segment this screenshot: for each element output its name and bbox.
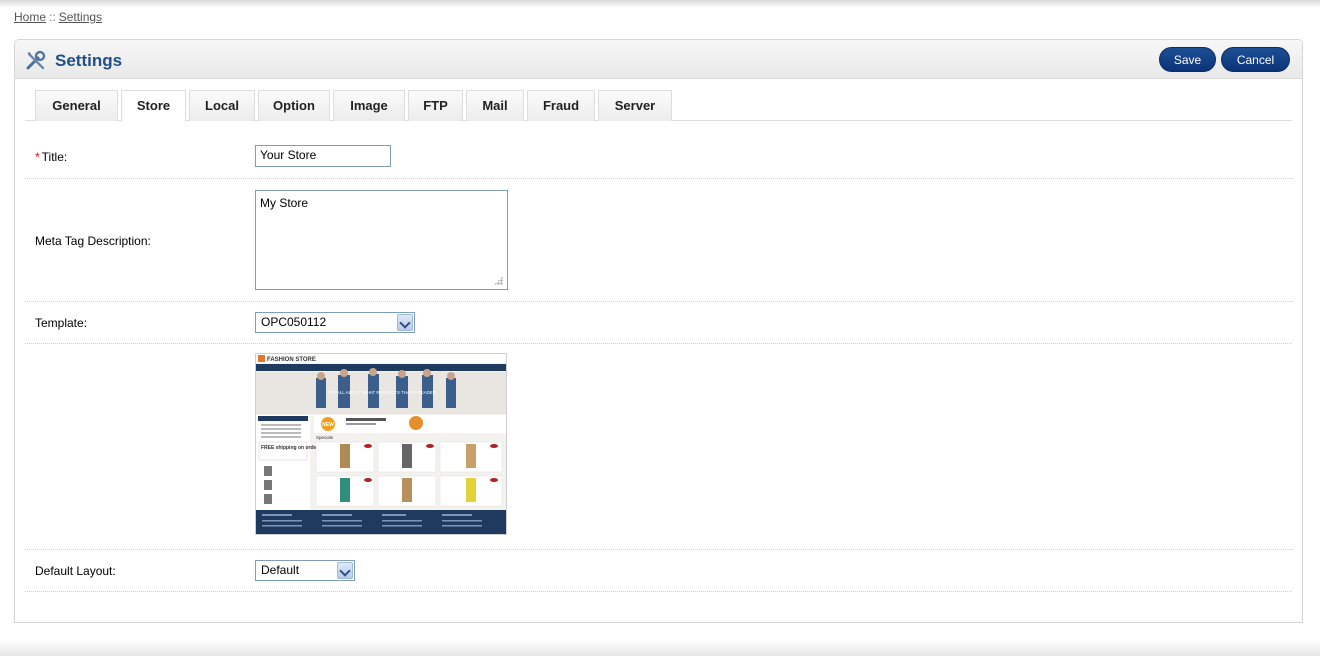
tab-fraud[interactable]: Fraud bbox=[527, 90, 595, 121]
tab-store[interactable]: Store bbox=[121, 90, 186, 122]
tab-option[interactable]: Option bbox=[258, 90, 330, 121]
template-select[interactable]: OPC050112 bbox=[255, 312, 415, 333]
form-row-title: * Title: Your Store bbox=[25, 121, 1292, 179]
preview-store-name: FASHION STORE bbox=[267, 357, 316, 363]
form-row-template-preview: FASHION STORE IT'S ALL ABOUT WHAT REFLEC… bbox=[25, 344, 1292, 550]
meta-description-value: My Store bbox=[260, 196, 309, 210]
tab-ftp[interactable]: FTP bbox=[408, 90, 463, 121]
tab-bar: General Store Local Option Image FTP Mai… bbox=[25, 90, 1292, 122]
tools-icon bbox=[26, 50, 46, 70]
default-layout-label: Default Layout: bbox=[35, 564, 116, 578]
breadcrumb: Home:: Settings bbox=[14, 10, 102, 24]
resize-grip-icon[interactable] bbox=[494, 276, 503, 285]
breadcrumb-settings-link[interactable]: Settings bbox=[59, 10, 102, 24]
tab-server[interactable]: Server bbox=[598, 90, 672, 121]
bottom-shadow bbox=[0, 640, 1320, 656]
page-title: Settings bbox=[55, 51, 123, 70]
form-row-meta-description: Meta Tag Description: My Store bbox=[25, 179, 1292, 302]
meta-description-label: Meta Tag Description: bbox=[35, 234, 151, 248]
template-select-value: OPC050112 bbox=[261, 315, 327, 329]
settings-panel: Settings Save Cancel General Store Local… bbox=[14, 39, 1303, 623]
breadcrumb-separator: :: bbox=[49, 10, 56, 24]
panel-heading: Settings Save Cancel bbox=[15, 40, 1302, 79]
tab-image[interactable]: Image bbox=[333, 90, 405, 121]
save-button[interactable]: Save bbox=[1159, 47, 1216, 72]
template-preview-image: FASHION STORE IT'S ALL ABOUT WHAT REFLEC… bbox=[255, 353, 507, 535]
preview-promo-badge: NEW bbox=[322, 422, 334, 428]
title-label: * Title: bbox=[35, 150, 67, 164]
chevron-down-icon bbox=[397, 314, 413, 331]
tab-general[interactable]: General bbox=[35, 90, 118, 121]
top-shadow bbox=[0, 0, 1320, 8]
default-layout-select-value: Default bbox=[261, 563, 300, 577]
form-row-default-layout: Default Layout: Default bbox=[25, 550, 1292, 592]
tab-local[interactable]: Local bbox=[189, 90, 255, 121]
title-input[interactable]: Your Store bbox=[255, 145, 391, 167]
breadcrumb-home-link[interactable]: Home bbox=[14, 10, 46, 24]
template-preview-graphic: FASHION STORE IT'S ALL ABOUT WHAT REFLEC… bbox=[256, 354, 506, 534]
chevron-down-icon bbox=[337, 562, 353, 579]
cancel-button[interactable]: Cancel bbox=[1221, 47, 1290, 72]
default-layout-select[interactable]: Default bbox=[255, 560, 355, 581]
form-row-template: Template: OPC050112 bbox=[25, 302, 1292, 344]
template-label: Template: bbox=[35, 316, 88, 330]
tab-mail[interactable]: Mail bbox=[466, 90, 524, 121]
preview-section-heading: Specials bbox=[316, 435, 334, 440]
meta-description-textarea[interactable]: My Store bbox=[255, 190, 508, 290]
required-mark: * bbox=[35, 150, 40, 164]
title-label-text: Title: bbox=[41, 150, 68, 164]
preview-banner-text: IT'S ALL ABOUT WHAT REFLECTS THAT A READ… bbox=[328, 390, 437, 395]
